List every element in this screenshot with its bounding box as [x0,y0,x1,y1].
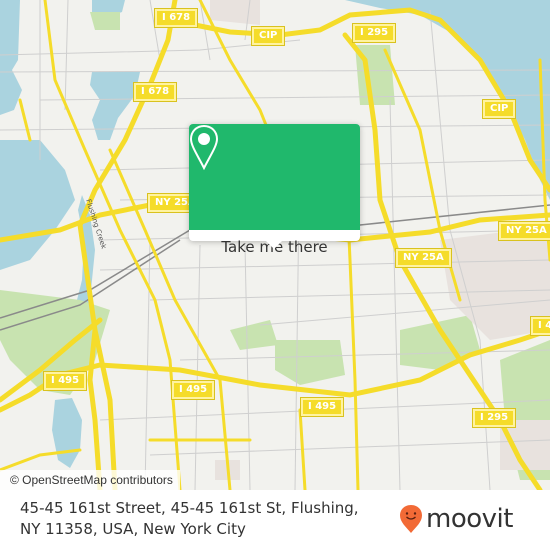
water-meadow-lake [52,398,82,468]
route-shield-i495-west: I 495 [42,371,88,391]
map-attribution[interactable]: © OpenStreetMap contributors [0,470,180,490]
route-shield-i295-north: I 295 [351,23,397,43]
urban-area-south [215,420,550,480]
urban-area-north [210,0,260,25]
moovit-pin-icon [400,505,422,533]
route-shield-i295-south: I 295 [471,408,517,428]
park-cunningham [400,315,480,370]
route-shield-ny25a-east: NY 25A [498,221,550,241]
moovit-logo[interactable]: moovit [399,502,513,536]
route-shield-i678-north: I 678 [153,8,199,28]
park-north [90,12,120,30]
moovit-wordmark: moovit [426,504,513,534]
route-shield-cip-north: CIP [250,26,286,46]
location-popup: Take me there [189,124,360,256]
address-text: 45-45 161st Street, 45-45 161st St, Flus… [20,499,359,538]
map-view[interactable]: Flushing Creek I 678 CIP I 295 I 678 CIP… [0,0,550,490]
route-shield-cip-east: CIP [481,99,517,119]
route-shield-i495-east: I 495 [299,397,345,417]
route-shield-i495-edge: I 4 [529,316,550,336]
route-shield-i495-mid: I 495 [170,380,216,400]
route-shield-ny25a-center: NY 25A [395,248,452,268]
route-shield-i678-mid: I 678 [132,82,178,102]
popup-pointer [266,241,282,249]
popup-header [189,124,360,230]
map-pin-icon [189,124,219,170]
footer: 45-45 161st Street, 45-45 161st St, Flus… [0,490,550,550]
